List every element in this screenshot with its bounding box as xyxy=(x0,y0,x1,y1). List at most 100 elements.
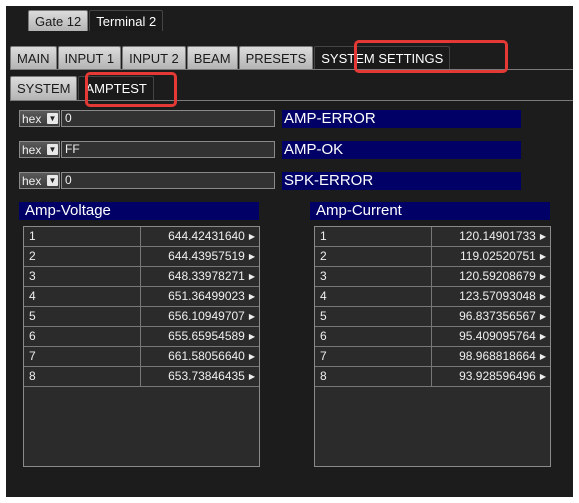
value-cell[interactable]: 123.57093048 ▶ xyxy=(432,287,550,306)
value-cell[interactable]: 93.928596496 ▶ xyxy=(432,367,550,386)
hex-value-field[interactable]: 0 xyxy=(61,172,275,189)
table-row: 5 656.10949707 ▶ xyxy=(24,307,259,327)
main-tabs: MAIN INPUT 1 INPUT 2 BEAM PRESETS SYSTEM… xyxy=(10,46,451,69)
status-amp-ok: AMP-OK xyxy=(282,141,521,159)
table-row: 2 119.02520751 ▶ xyxy=(315,247,550,267)
table-row: 6 655.65954589 ▶ xyxy=(24,327,259,347)
caret-right-icon[interactable]: ▶ xyxy=(249,352,255,361)
tab-gate-12[interactable]: Gate 12 xyxy=(28,10,89,31)
caret-right-icon[interactable]: ▶ xyxy=(540,372,546,381)
channel-cell: 5 xyxy=(24,307,141,326)
caret-right-icon[interactable]: ▶ xyxy=(540,312,546,321)
hex-value-field[interactable]: 0 xyxy=(61,110,275,127)
tab-presets[interactable]: PRESETS xyxy=(238,46,314,69)
channel-cell: 6 xyxy=(315,327,432,346)
control-row-amp-error: hex ▼ 0 xyxy=(19,110,275,127)
caret-right-icon[interactable]: ▶ xyxy=(249,292,255,301)
format-label: hex xyxy=(22,142,42,157)
table-row: 4 651.36499023 ▶ xyxy=(24,287,259,307)
channel-cell: 2 xyxy=(315,247,432,266)
value-text: 644.43957519 xyxy=(168,249,245,263)
sub-tabs: SYSTEM AMPTEST xyxy=(10,76,155,100)
value-text: 656.10949707 xyxy=(168,309,245,323)
value-cell[interactable]: 119.02520751 ▶ xyxy=(432,247,550,266)
channel-cell: 2 xyxy=(24,247,141,266)
table-row: 4 123.57093048 ▶ xyxy=(315,287,550,307)
format-select[interactable]: hex ▼ xyxy=(19,172,60,189)
value-cell[interactable]: 655.65954589 ▶ xyxy=(141,327,259,346)
format-select[interactable]: hex ▼ xyxy=(19,141,60,158)
value-cell[interactable]: 644.42431640 ▶ xyxy=(141,227,259,246)
value-text: 119.02520751 xyxy=(459,249,536,263)
caret-right-icon[interactable]: ▶ xyxy=(249,372,255,381)
format-label: hex xyxy=(22,173,42,188)
value-cell[interactable]: 656.10949707 ▶ xyxy=(141,307,259,326)
caret-right-icon[interactable]: ▶ xyxy=(249,272,255,281)
table-row: 8 653.73846435 ▶ xyxy=(24,367,259,387)
value-cell[interactable]: 98.968818664 ▶ xyxy=(432,347,550,366)
value-cell[interactable]: 661.58056640 ▶ xyxy=(141,347,259,366)
status-spk-error: SPK-ERROR xyxy=(282,172,521,190)
location-tabs: Gate 12 Terminal 2 xyxy=(28,10,164,31)
caret-right-icon[interactable]: ▶ xyxy=(249,332,255,341)
chevron-down-icon[interactable]: ▼ xyxy=(47,175,58,186)
chevron-down-icon[interactable]: ▼ xyxy=(47,144,58,155)
tab-input-1[interactable]: INPUT 1 xyxy=(57,46,122,69)
divider xyxy=(10,100,573,101)
value-cell[interactable]: 120.14901733 ▶ xyxy=(432,227,550,246)
tab-system-settings[interactable]: SYSTEM SETTINGS xyxy=(314,46,451,69)
table-row: 6 95.409095764 ▶ xyxy=(315,327,550,347)
amp-current-panel: Amp-Current 1 120.14901733 ▶ 2 119.02520751… xyxy=(310,202,551,467)
value-cell[interactable]: 651.36499023 ▶ xyxy=(141,287,259,306)
caret-right-icon[interactable]: ▶ xyxy=(540,232,546,241)
channel-cell: 1 xyxy=(24,227,141,246)
control-row-amp-ok: hex ▼ FF xyxy=(19,141,275,158)
caret-right-icon[interactable]: ▶ xyxy=(540,332,546,341)
chevron-down-icon[interactable]: ▼ xyxy=(47,113,58,124)
channel-cell: 8 xyxy=(24,367,141,386)
tab-terminal-2[interactable]: Terminal 2 xyxy=(89,10,164,31)
channel-cell: 8 xyxy=(315,367,432,386)
table-row: 3 120.59208679 ▶ xyxy=(315,267,550,287)
value-text: 120.59208679 xyxy=(459,269,536,283)
format-select[interactable]: hex ▼ xyxy=(19,110,60,127)
value-cell[interactable]: 644.43957519 ▶ xyxy=(141,247,259,266)
caret-right-icon[interactable]: ▶ xyxy=(540,272,546,281)
divider xyxy=(10,69,573,70)
channel-cell: 1 xyxy=(315,227,432,246)
value-cell[interactable]: 96.837356567 ▶ xyxy=(432,307,550,326)
value-text: 96.837356567 xyxy=(459,309,536,323)
channel-cell: 7 xyxy=(315,347,432,366)
value-cell[interactable]: 648.33978271 ▶ xyxy=(141,267,259,286)
caret-right-icon[interactable]: ▶ xyxy=(249,252,255,261)
value-text: 661.58056640 xyxy=(168,349,245,363)
control-row-spk-error: hex ▼ 0 xyxy=(19,172,275,189)
value-cell[interactable]: 95.409095764 ▶ xyxy=(432,327,550,346)
channel-cell: 3 xyxy=(315,267,432,286)
table-row: 1 120.14901733 ▶ xyxy=(315,227,550,247)
caret-right-icon[interactable]: ▶ xyxy=(540,252,546,261)
caret-right-icon[interactable]: ▶ xyxy=(540,352,546,361)
amp-voltage-panel: Amp-Voltage 1 644.42431640 ▶ 2 644.43957519… xyxy=(19,202,260,467)
amp-voltage-table: 1 644.42431640 ▶ 2 644.43957519 ▶ 3 648.33978… xyxy=(23,226,260,467)
table-row: 7 98.968818664 ▶ xyxy=(315,347,550,367)
value-text: 95.409095764 xyxy=(459,329,536,343)
channel-cell: 4 xyxy=(315,287,432,306)
tab-amptest[interactable]: AMPTEST xyxy=(78,76,154,100)
tab-beam[interactable]: BEAM xyxy=(186,46,238,69)
caret-right-icon[interactable]: ▶ xyxy=(540,292,546,301)
value-text: 651.36499023 xyxy=(168,289,245,303)
value-cell[interactable]: 120.59208679 ▶ xyxy=(432,267,550,286)
hex-value-field[interactable]: FF xyxy=(61,141,275,158)
table-row: 3 648.33978271 ▶ xyxy=(24,267,259,287)
tab-main[interactable]: MAIN xyxy=(10,46,57,69)
tab-system[interactable]: SYSTEM xyxy=(10,76,78,100)
value-text: 98.968818664 xyxy=(459,349,536,363)
value-text: 644.42431640 xyxy=(168,229,245,243)
value-text: 653.73846435 xyxy=(168,369,245,383)
tab-input-2[interactable]: INPUT 2 xyxy=(122,46,186,69)
channel-cell: 7 xyxy=(24,347,141,366)
value-cell[interactable]: 653.73846435 ▶ xyxy=(141,367,259,386)
caret-right-icon[interactable]: ▶ xyxy=(249,232,255,241)
caret-right-icon[interactable]: ▶ xyxy=(249,312,255,321)
